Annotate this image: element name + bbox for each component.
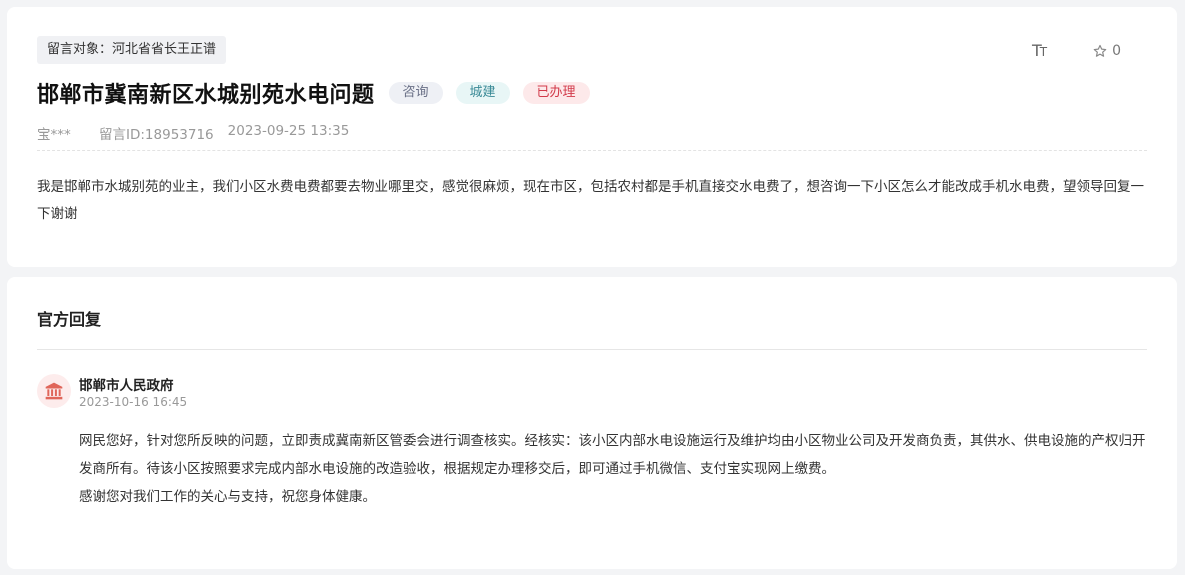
favorite-count: 0 [1112, 42, 1121, 59]
author-name: 宝*** [37, 127, 71, 143]
reply-org-name: 邯郸市人民政府 [79, 378, 174, 394]
star-outline-icon [1093, 44, 1107, 57]
message-card: 留言对象：河北省省长王正谱 TT 0 邯郸市冀南新区水城别苑水电问题 咨询 城建… [7, 7, 1177, 267]
message-target-label: 留言对象：河北省省长王正谱 [37, 36, 227, 64]
reply-paragraph: 感谢您对我们工作的关心与支持，祝您身体健康。 [79, 489, 376, 505]
reply-card: 官方回复 邯郸市人民政府 2023-10-16 16:45 网民您好，针对您所反… [7, 277, 1177, 569]
message-datetime: 2023-09-25 13:35 [227, 123, 350, 139]
reply-paragraph: 网民您好，针对您所反映的问题，立即责成冀南新区管委会进行调查核实。经核实：该小区… [79, 433, 1146, 477]
message-id: 留言ID:18953716 [99, 127, 214, 143]
government-building-icon [45, 382, 63, 400]
message-meta: 宝*** 留言ID:18953716 2023-09-25 13:35 [37, 123, 349, 143]
title-row: 邯郸市冀南新区水城别苑水电问题 咨询 城建 已办理 [37, 77, 590, 109]
tag-category: 城建 [455, 82, 510, 104]
divider [37, 349, 1147, 350]
tag-consult: 咨询 [388, 82, 443, 104]
font-size-icon[interactable]: TT [1032, 41, 1047, 60]
reply-section-title: 官方回复 [37, 310, 102, 329]
message-title: 邯郸市冀南新区水城别苑水电问题 [37, 83, 375, 108]
divider [37, 150, 1147, 151]
reply-datetime: 2023-10-16 16:45 [79, 395, 188, 409]
message-toolbar: TT 0 [1032, 41, 1121, 60]
favorite-button[interactable]: 0 [1093, 43, 1121, 59]
status-badge: 已办理 [522, 82, 590, 104]
reply-content: 网民您好，针对您所反映的问题，立即责成冀南新区管委会进行调查核实。经核实：该小区… [79, 427, 1151, 511]
message-content: 我是邯郸市水城别苑的业主，我们小区水费电费都要去物业哪里交，感觉很麻烦，现在市区… [37, 179, 1144, 222]
avatar [37, 374, 71, 408]
